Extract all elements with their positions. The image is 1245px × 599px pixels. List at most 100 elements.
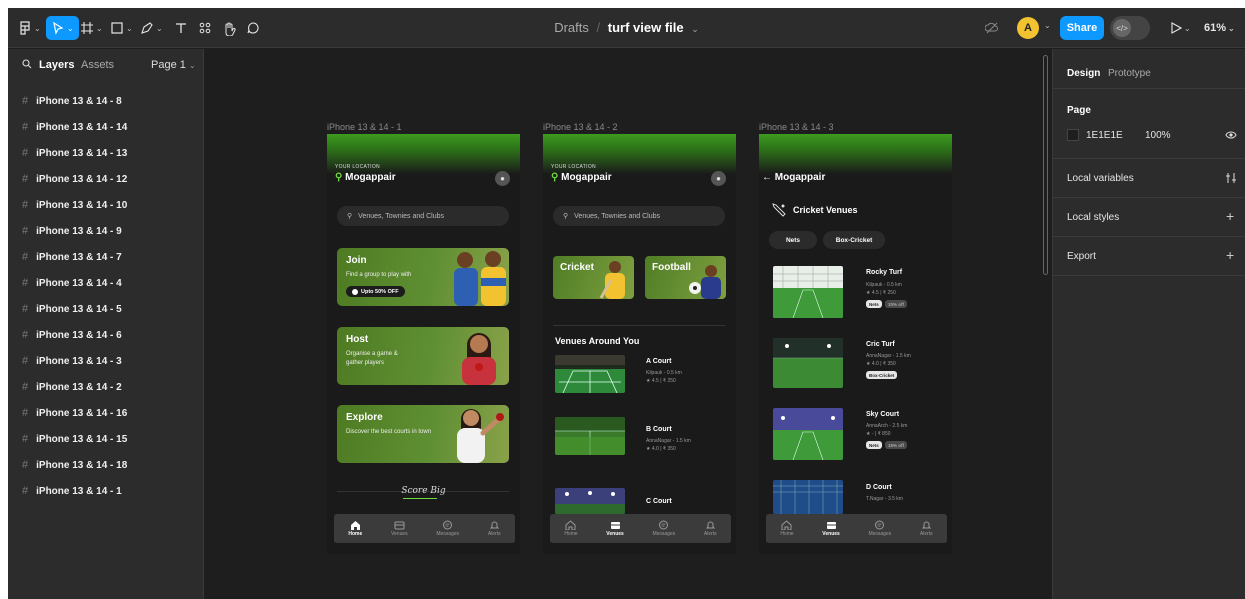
host-card[interactable]: Host Organise a game & gather players xyxy=(337,327,509,385)
layer-row[interactable]: # iPhone 13 & 14 - 1 xyxy=(8,478,204,504)
nav-home[interactable]: Home xyxy=(564,520,578,537)
layer-row[interactable]: # iPhone 13 & 14 - 14 xyxy=(8,114,204,140)
venue-photo[interactable] xyxy=(773,408,843,460)
card-title: Host xyxy=(346,334,369,345)
location-name[interactable]: ⚲ Mogappair xyxy=(335,172,396,183)
file-name[interactable]: turf view file xyxy=(608,20,684,35)
venue-photo[interactable] xyxy=(773,480,843,514)
profile-icon[interactable]: ● xyxy=(711,171,726,186)
venue-name[interactable]: C Court xyxy=(646,498,672,505)
tab-layers[interactable]: Layers xyxy=(39,59,74,71)
nav-venues[interactable]: Venues xyxy=(822,520,840,537)
layer-row[interactable]: # iPhone 13 & 14 - 4 xyxy=(8,270,204,296)
local-variables-section[interactable]: Local variables xyxy=(1053,159,1245,198)
share-button[interactable]: Share xyxy=(1060,16,1104,40)
venue-name[interactable]: D Court xyxy=(866,484,892,491)
add-icon[interactable]: + xyxy=(1226,208,1234,224)
venue-name[interactable]: Sky Court xyxy=(866,411,899,418)
venue-photo[interactable] xyxy=(555,488,625,514)
frame-label[interactable]: iPhone 13 & 14 - 1 xyxy=(327,122,402,132)
venue-name[interactable]: A Court xyxy=(646,358,671,365)
back-location[interactable]: ← Mogappair xyxy=(762,172,825,183)
venue-name[interactable]: Rocky Turf xyxy=(866,269,902,276)
variables-icon[interactable] xyxy=(1225,172,1237,184)
profile-icon[interactable]: ● xyxy=(495,171,510,186)
resources-button[interactable] xyxy=(198,16,212,40)
frame-venues[interactable]: YOUR LOCATION ⚲ Mogappair ● ⚲ Venues, To… xyxy=(543,134,736,554)
layer-row[interactable]: # iPhone 13 & 14 - 12 xyxy=(8,166,204,192)
chevron-down-icon[interactable]: ⌄ xyxy=(691,24,699,34)
layer-row[interactable]: # iPhone 13 & 14 - 3 xyxy=(8,348,204,374)
join-card[interactable]: Join Find a group to play with Upto 50% … xyxy=(337,248,509,306)
nav-home[interactable]: Home xyxy=(780,520,794,537)
filter-nets[interactable]: Nets xyxy=(769,231,817,249)
canvas-scrollbar[interactable] xyxy=(1043,55,1048,275)
tab-design[interactable]: Design xyxy=(1067,68,1100,79)
sport-football-card[interactable]: Football xyxy=(645,256,726,299)
text-tool-button[interactable] xyxy=(174,16,188,40)
add-icon[interactable]: + xyxy=(1226,247,1234,263)
local-styles-section[interactable]: Local styles + xyxy=(1053,198,1245,237)
venue-photo[interactable] xyxy=(773,266,843,318)
present-button[interactable]: ⌄ xyxy=(1170,16,1191,40)
nav-home[interactable]: Home xyxy=(348,520,362,537)
layer-row[interactable]: # iPhone 13 & 14 - 5 xyxy=(8,296,204,322)
dev-mode-toggle[interactable]: </> xyxy=(1110,16,1150,40)
layer-row[interactable]: # iPhone 13 & 14 - 7 xyxy=(8,244,204,270)
page-color-value[interactable]: 1E1E1E xyxy=(1086,130,1123,141)
frame-tool-button[interactable]: ⌄ xyxy=(80,16,103,40)
page-color-swatch[interactable] xyxy=(1067,129,1079,141)
page-opacity-value[interactable]: 100% xyxy=(1145,130,1171,141)
nav-messages[interactable]: Messages xyxy=(436,520,459,537)
sport-cricket-card[interactable]: Cricket xyxy=(553,256,634,299)
design-canvas[interactable]: iPhone 13 & 14 - 1 YOUR LOCATION ⚲ Mogap… xyxy=(205,49,1051,599)
comment-tool-button[interactable] xyxy=(246,16,260,40)
layer-row[interactable]: # iPhone 13 & 14 - 13 xyxy=(8,140,204,166)
filter-box-cricket[interactable]: Box-Cricket xyxy=(823,231,885,249)
file-location[interactable]: Drafts xyxy=(554,20,589,35)
pen-tool-button[interactable]: ⌄ xyxy=(140,16,163,40)
nav-messages[interactable]: Messages xyxy=(652,520,675,537)
shape-tool-button[interactable]: ⌄ xyxy=(110,16,133,40)
layer-row[interactable]: # iPhone 13 & 14 - 10 xyxy=(8,192,204,218)
search-bar[interactable]: ⚲ Venues, Townies and Clubs xyxy=(337,206,509,226)
layer-row[interactable]: # iPhone 13 & 14 - 8 xyxy=(8,88,204,114)
layer-row[interactable]: # iPhone 13 & 14 - 16 xyxy=(8,400,204,426)
explore-card[interactable]: Explore Discover the best courts in town xyxy=(337,405,509,463)
hand-tool-button[interactable] xyxy=(222,16,237,40)
layer-row[interactable]: # iPhone 13 & 14 - 15 xyxy=(8,426,204,452)
frame-cricket-venues[interactable]: ← Mogappair Cricket Venues Nets Box-Cric… xyxy=(759,134,952,554)
nav-venues[interactable]: Venues xyxy=(606,520,624,537)
frame-label[interactable]: iPhone 13 & 14 - 3 xyxy=(759,122,834,132)
eye-icon[interactable] xyxy=(1225,130,1237,140)
zoom-menu[interactable]: 61% ⌄ xyxy=(1204,16,1235,40)
nav-alerts[interactable]: Alerts xyxy=(704,520,717,537)
search-bar[interactable]: ⚲ Venues, Townies and Clubs xyxy=(553,206,725,226)
layer-row[interactable]: # iPhone 13 & 14 - 6 xyxy=(8,322,204,348)
nav-alerts[interactable]: Alerts xyxy=(488,520,501,537)
main-menu-button[interactable]: ⌄ xyxy=(18,16,41,40)
tab-prototype[interactable]: Prototype xyxy=(1108,68,1151,79)
move-tool-button[interactable]: ⌄ xyxy=(46,16,79,40)
layer-row[interactable]: # iPhone 13 & 14 - 2 xyxy=(8,374,204,400)
venue-name[interactable]: Cric Turf xyxy=(866,341,895,348)
frame-label[interactable]: iPhone 13 & 14 - 2 xyxy=(543,122,618,132)
explore-player-photo xyxy=(457,409,504,463)
venue-photo[interactable] xyxy=(555,355,625,393)
page-selector[interactable]: Page 1 ⌄ xyxy=(151,59,196,71)
search-icon[interactable] xyxy=(22,59,32,69)
export-section[interactable]: Export + xyxy=(1053,237,1245,276)
location-name[interactable]: ⚲ Mogappair xyxy=(551,172,612,183)
nav-alerts[interactable]: Alerts xyxy=(920,520,933,537)
layer-row[interactable]: # iPhone 13 & 14 - 9 xyxy=(8,218,204,244)
venue-photo[interactable] xyxy=(773,338,843,388)
venue-name[interactable]: B Court xyxy=(646,426,672,433)
tab-assets[interactable]: Assets xyxy=(81,59,114,71)
frame-home[interactable]: YOUR LOCATION ⚲ Mogappair ● ⚲ Venues, To… xyxy=(327,134,520,554)
user-avatar[interactable]: A xyxy=(1017,17,1039,39)
venue-photo[interactable] xyxy=(555,417,625,455)
chevron-down-icon[interactable]: ⌄ xyxy=(1044,21,1051,30)
nav-venues[interactable]: Venues xyxy=(391,520,408,537)
nav-messages[interactable]: Messages xyxy=(868,520,891,537)
layer-row[interactable]: # iPhone 13 & 14 - 18 xyxy=(8,452,204,478)
